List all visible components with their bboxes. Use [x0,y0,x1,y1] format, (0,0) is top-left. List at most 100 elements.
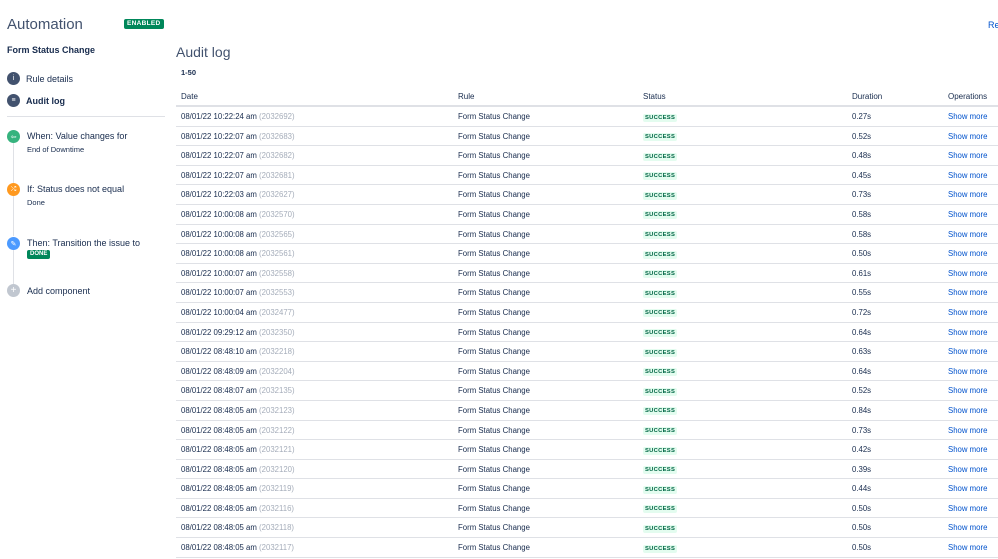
show-more-link[interactable]: Show more [948,367,987,376]
row-duration: 0.45s [852,170,872,180]
row-date-cell: 08/01/22 10:00:08 am (2032565) [181,230,295,239]
table-row: 08/01/22 10:22:07 am (2032681) Form Statu… [176,166,998,186]
row-status-badge: SUCCESS [643,309,678,318]
show-more-link[interactable]: Show more [948,112,987,121]
show-more-link[interactable]: Show more [948,445,987,454]
row-rule: Form Status Change [458,445,530,455]
table-row: 08/01/22 08:48:05 am (2032122) Form Statu… [176,421,998,441]
row-duration: 0.73s [852,425,872,435]
row-status-badge: SUCCESS [643,446,678,455]
component-trigger-title: When: Value changes for [27,131,128,141]
table-row: 08/01/22 10:00:08 am (2032565) Form Statu… [176,225,998,245]
row-date-cell: 08/01/22 08:48:05 am (2032122) [181,426,295,435]
row-date: 08/01/22 10:22:07 am [181,151,257,161]
audit-log-table: Date Rule Status Duration Operations 08/… [176,88,998,558]
row-execution-id: (2032477) [259,307,295,317]
row-execution-id: (2032118) [259,523,295,533]
show-more-link[interactable]: Show more [948,543,987,552]
row-rule: Form Status Change [458,249,530,259]
show-more-link[interactable]: Show more [948,151,987,160]
row-execution-id: (2032558) [259,268,295,278]
row-status-badge: SUCCESS [643,231,678,240]
show-more-link[interactable]: Show more [948,406,987,415]
row-status-badge: SUCCESS [643,152,678,161]
row-execution-id: (2032119) [259,484,295,494]
show-more-link[interactable]: Show more [948,269,987,278]
row-execution-id: (2032565) [259,229,295,239]
row-date: 08/01/22 10:22:07 am [181,170,257,180]
nav-audit-log[interactable]: ≡ Audit log [7,94,65,107]
add-component-label: Add component [27,285,91,296]
row-execution-id: (2032681) [259,170,295,180]
condition-icon: ⤮ [7,183,20,196]
show-more-link[interactable]: Show more [948,484,987,493]
col-date: Date [181,92,198,101]
show-more-link[interactable]: Show more [948,426,987,435]
row-execution-id: (2032122) [259,425,295,435]
row-status-badge: SUCCESS [643,485,678,494]
row-date-cell: 08/01/22 10:22:07 am (2032681) [181,171,295,180]
table-row: 08/01/22 10:22:03 am (2032627) Form Statu… [176,185,998,205]
col-operations: Operations [948,92,988,101]
show-more-link[interactable]: Show more [948,171,987,180]
row-status-badge: SUCCESS [643,270,678,279]
col-status: Status [643,92,666,101]
row-execution-id: (2032627) [259,190,295,200]
show-more-link[interactable]: Show more [948,210,987,219]
table-row: 08/01/22 08:48:05 am (2032121) Form Statu… [176,440,998,460]
row-execution-id: (2032561) [259,249,295,259]
row-date-cell: 08/01/22 08:48:05 am (2032117) [181,543,294,552]
row-execution-id: (2032682) [259,151,295,161]
header-link[interactable]: Re [988,20,998,30]
result-range: 1-50 [181,68,197,77]
row-date-cell: 08/01/22 08:48:05 am (2032123) [181,406,295,415]
row-duration: 0.55s [852,288,872,298]
row-duration: 0.50s [852,523,872,533]
row-execution-id: (2032683) [259,131,295,141]
row-duration: 0.58s [852,209,872,219]
row-date-cell: 08/01/22 08:48:05 am (2032119) [181,484,294,493]
show-more-link[interactable]: Show more [948,190,987,199]
row-duration: 0.50s [852,503,872,513]
row-duration: 0.42s [852,445,872,455]
row-rule: Form Status Change [458,366,530,376]
show-more-link[interactable]: Show more [948,465,987,474]
nav-rule-details[interactable]: i Rule details [7,72,73,85]
show-more-link[interactable]: Show more [948,249,987,258]
show-more-link[interactable]: Show more [948,308,987,317]
row-execution-id: (2032218) [259,347,295,357]
component-trigger-sub: End of Downtime [27,145,85,154]
row-rule: Form Status Change [458,464,530,474]
row-execution-id: (2032117) [259,543,295,553]
show-more-link[interactable]: Show more [948,230,987,239]
page-title: Audit log [176,44,231,60]
add-component-button[interactable]: + Add component [7,284,90,297]
row-rule: Form Status Change [458,170,530,180]
row-execution-id: (2032204) [259,366,295,376]
row-status-badge: SUCCESS [643,544,678,553]
action-icon: ✎ [7,237,20,250]
show-more-link[interactable]: Show more [948,288,987,297]
component-connector [13,196,14,236]
component-connector [13,143,14,183]
row-status-badge: SUCCESS [643,250,678,259]
row-duration: 0.72s [852,307,872,317]
row-date: 08/01/22 10:00:08 am [181,229,257,239]
row-rule: Form Status Change [458,386,530,396]
transition-status-badge: DONE [27,250,51,259]
show-more-link[interactable]: Show more [948,328,987,337]
row-duration: 0.84s [852,405,872,415]
row-execution-id: (2032135) [259,386,295,396]
table-row: 08/01/22 10:00:07 am (2032558) Form Statu… [176,264,998,284]
row-duration: 0.73s [852,190,872,200]
show-more-link[interactable]: Show more [948,386,987,395]
row-rule: Form Status Change [458,190,530,200]
row-rule: Form Status Change [458,131,530,141]
show-more-link[interactable]: Show more [948,347,987,356]
row-status-badge: SUCCESS [643,133,678,142]
show-more-link[interactable]: Show more [948,523,987,532]
show-more-link[interactable]: Show more [948,504,987,513]
row-date-cell: 08/01/22 10:22:24 am (2032692) [181,112,295,121]
row-rule: Form Status Change [458,307,530,317]
show-more-link[interactable]: Show more [948,132,987,141]
